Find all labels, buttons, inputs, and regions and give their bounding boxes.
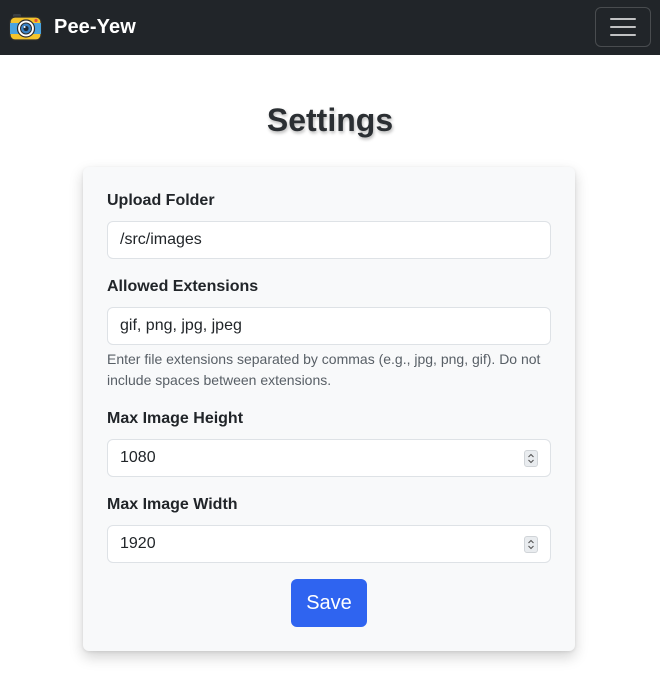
- settings-form: Upload Folder /src/images Allowed Extens…: [83, 167, 575, 651]
- max-height-spinner[interactable]: [524, 450, 538, 467]
- hamburger-menu-icon: [610, 17, 636, 37]
- max-height-input[interactable]: 1080: [107, 439, 551, 477]
- allowed-extensions-value: gif, png, jpg, jpeg: [120, 317, 242, 334]
- camera-logo-icon: [9, 14, 42, 41]
- max-width-input[interactable]: 1920: [107, 525, 551, 563]
- max-height-value: 1080: [120, 449, 156, 466]
- allowed-extensions-label: Allowed Extensions: [107, 278, 259, 295]
- max-width-label: Max Image Width: [107, 496, 238, 513]
- max-width-spinner[interactable]: [524, 536, 538, 553]
- upload-folder-label: Upload Folder: [107, 192, 215, 209]
- spinner-arrows-icon: [528, 453, 534, 464]
- max-height-label: Max Image Height: [107, 410, 244, 427]
- upload-folder-input[interactable]: /src/images: [107, 221, 551, 259]
- allowed-extensions-input[interactable]: gif, png, jpg, jpeg: [107, 307, 551, 345]
- brand-name: Pee-Yew: [54, 16, 136, 38]
- brand-link[interactable]: Pee-Yew: [9, 11, 136, 43]
- upload-folder-value: /src/images: [120, 231, 202, 248]
- navbar: Pee-Yew: [0, 0, 660, 55]
- max-width-value: 1920: [120, 535, 156, 552]
- save-button[interactable]: Save: [291, 579, 367, 627]
- spinner-arrows-icon: [528, 539, 534, 550]
- navbar-toggle-button[interactable]: [595, 7, 651, 47]
- allowed-extensions-help: Enter file extensions separated by comma…: [107, 351, 541, 388]
- page-title: Settings: [266, 102, 394, 138]
